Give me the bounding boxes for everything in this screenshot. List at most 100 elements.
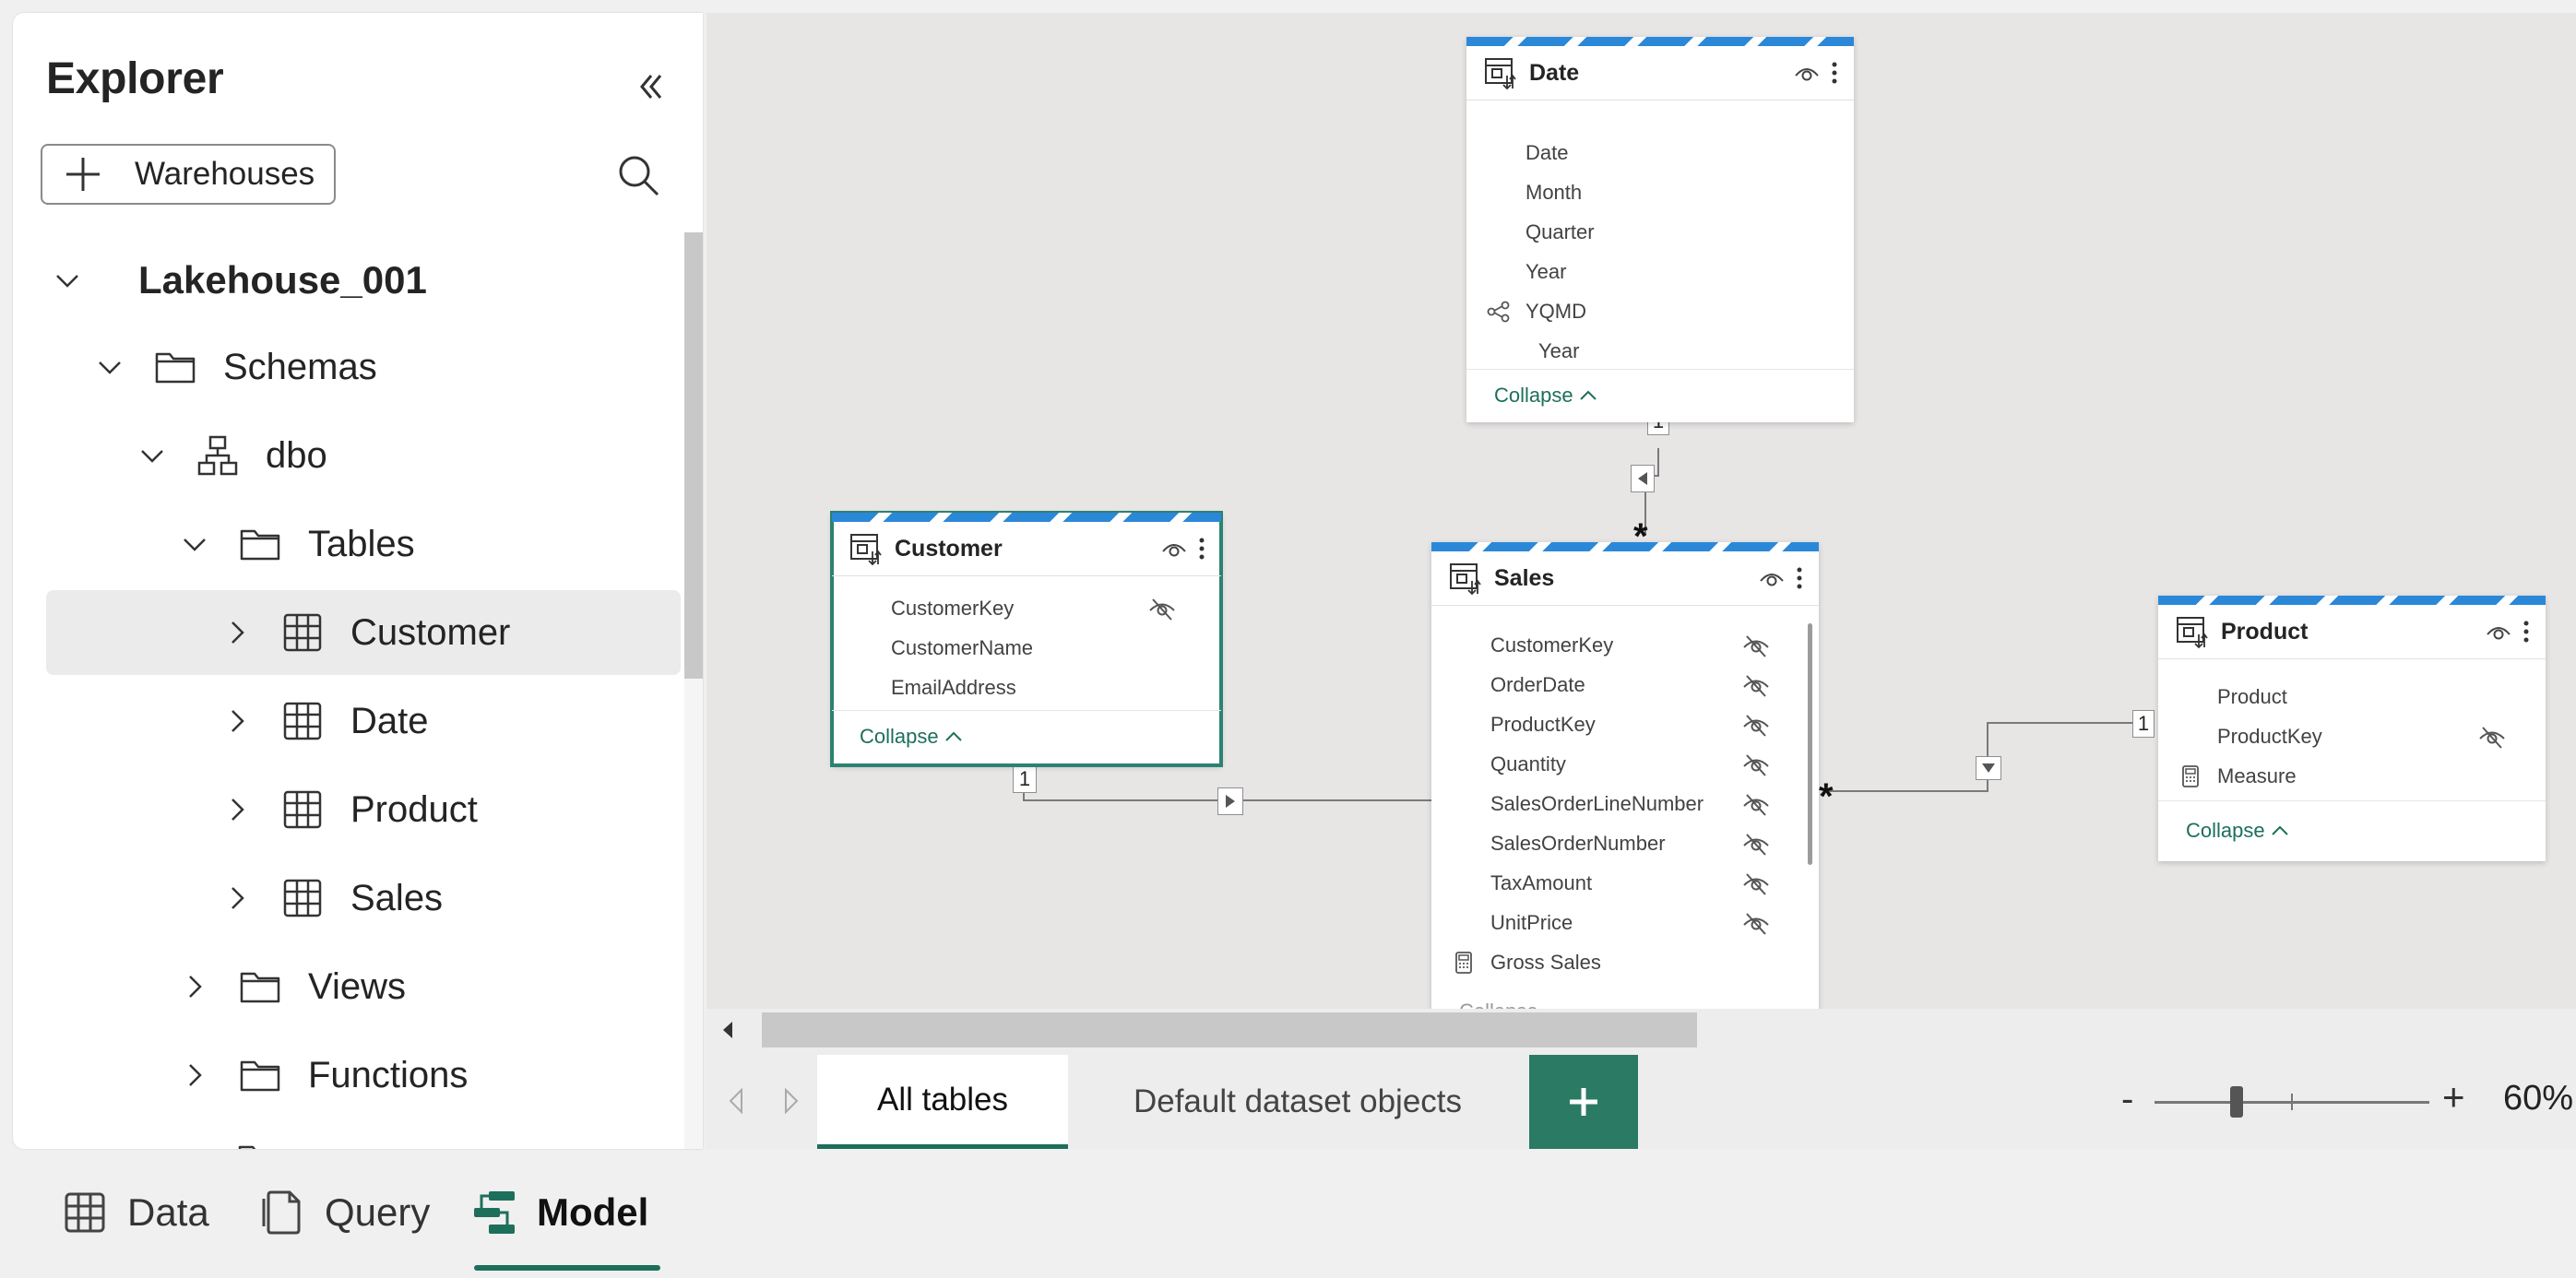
eye-icon[interactable] [1793,59,1821,87]
chevron-down-icon[interactable] [181,530,208,558]
model-canvas[interactable]: 1 * 1 * 1 * Date Date Month Quarter Year… [706,13,2576,1009]
chevron-right-icon[interactable] [223,884,251,912]
table-header[interactable]: Date [1466,46,1854,101]
collapse-panel-icon[interactable] [631,66,671,107]
chevron-right-icon[interactable] [181,973,208,1000]
eye-icon[interactable] [1160,535,1188,562]
view-query-button[interactable]: Query [260,1171,430,1254]
table-card-sales[interactable]: Sales CustomerKey OrderDate ProductKey Q… [1431,542,1819,1009]
table-field[interactable]: CustomerKey [1431,625,1819,665]
chevron-right-icon[interactable] [223,707,251,735]
more-options-icon[interactable] [1195,535,1208,562]
plus-icon [66,158,100,191]
hierarchy-level[interactable]: Year [1466,331,1854,371]
table-field[interactable]: Quantity [1431,744,1819,784]
view-model-button[interactable]: Model [472,1171,648,1254]
zoom-value: 60% [2503,1079,2574,1118]
eye-hidden-icon[interactable] [1147,596,1177,621]
tree-item-lakehouse[interactable]: Lakehouse_001 [53,238,681,323]
tree-item-customer[interactable]: Customer [46,590,681,675]
eye-hidden-icon[interactable] [1741,672,1771,698]
cross-filter-arrow[interactable] [1631,465,1655,492]
chevron-down-icon[interactable] [53,266,81,294]
table-field[interactable]: Quarter [1466,212,1854,252]
table-field[interactable]: OrderDate [1431,665,1819,704]
table-field[interactable]: Product [2158,677,2546,716]
view-label: Data [127,1190,209,1234]
table-field[interactable]: TaxAmount [1431,863,1819,903]
view-data-button[interactable]: Data [63,1171,209,1254]
tree-item-views[interactable]: Views [181,944,681,1029]
chevron-down-icon[interactable] [138,442,166,469]
tab-next-icon[interactable] [780,1084,802,1118]
search-icon[interactable] [614,151,662,199]
more-options-icon[interactable] [2520,618,2533,645]
tab-prev-icon[interactable] [725,1084,747,1118]
folder-icon [155,352,196,384]
explorer-title: Explorer [46,54,224,103]
field-label: Month [1525,180,1583,204]
tree-label: Sales [350,877,444,918]
eye-hidden-icon[interactable] [1741,910,1771,936]
chevron-right-icon[interactable] [181,1061,208,1089]
tab-default-dataset-objects[interactable]: Default dataset objects [1072,1055,1524,1149]
chevron-right-icon[interactable] [223,796,251,823]
table-card-date[interactable]: Date Date Month Quarter Year YQMD Year C… [1466,37,1854,422]
eye-icon[interactable] [1758,564,1786,592]
tree-item-schemas[interactable]: Schemas [96,325,681,409]
table-header[interactable]: Sales [1431,551,1819,606]
collapse-label: Collapse [2186,819,2265,842]
zoom-slider-thumb[interactable] [2230,1086,2244,1118]
add-warehouses-button[interactable]: Warehouses [41,144,336,205]
tree-item-sales[interactable]: Sales [223,856,681,941]
chevron-right-icon[interactable] [223,619,251,646]
table-field[interactable]: Date [1466,133,1854,172]
tree-item-tables[interactable]: Tables [181,502,681,586]
table-card-product[interactable]: Product Product ProductKey Measure Colla… [2158,596,2546,861]
table-field[interactable]: ProductKey [1431,704,1819,744]
table-header[interactable]: Product [2158,605,2546,659]
more-options-icon[interactable] [1793,564,1806,592]
measure-field[interactable]: Gross Sales [1431,942,1819,982]
zoom-in-button[interactable]: + [2442,1075,2465,1119]
zoom-out-button[interactable]: - [2121,1079,2133,1120]
tree-item-product[interactable]: Product [223,767,681,852]
collapse-link[interactable]: Collapse [1494,384,1597,408]
eye-hidden-icon[interactable] [1741,791,1771,817]
table-field[interactable]: CustomerName [832,628,1221,668]
hierarchy-field[interactable]: YQMD [1466,291,1854,331]
tab-all-tables[interactable]: All tables [817,1055,1068,1149]
eye-hidden-icon[interactable] [2477,724,2507,750]
table-field[interactable]: CustomerKey [832,588,1221,628]
tree-item-dbo[interactable]: dbo [138,413,681,498]
measure-field[interactable]: Measure [2158,756,2546,796]
explorer-scrollbar[interactable] [684,232,703,679]
table-field[interactable]: SalesOrderLineNumber [1431,784,1819,823]
chevron-down-icon[interactable] [96,353,124,381]
table-header[interactable]: Customer [832,522,1221,576]
collapse-link[interactable]: Collapse [2186,819,2289,843]
table-field[interactable]: ProductKey [2158,716,2546,756]
table-field[interactable]: Month [1466,172,1854,212]
eye-hidden-icon[interactable] [1741,751,1771,777]
collapse-link[interactable]: Collapse [1459,1000,1538,1009]
eye-icon[interactable] [2485,618,2512,645]
canvas-hscrollbar[interactable] [762,1012,1697,1047]
cross-filter-arrow[interactable] [1976,756,2001,780]
eye-hidden-icon[interactable] [1741,870,1771,896]
more-options-icon[interactable] [1828,59,1841,87]
scroll-left-icon[interactable] [710,1012,745,1047]
eye-hidden-icon[interactable] [1741,633,1771,658]
table-field[interactable]: UnitPrice [1431,903,1819,942]
table-field[interactable]: Year [1466,252,1854,291]
add-layout-button[interactable] [1529,1055,1638,1149]
cross-filter-arrow[interactable] [1217,787,1243,815]
table-field[interactable]: SalesOrderNumber [1431,823,1819,863]
tree-item-date[interactable]: Date [223,679,681,763]
eye-hidden-icon[interactable] [1741,712,1771,738]
collapse-link[interactable]: Collapse [860,725,963,749]
table-field[interactable]: EmailAddress [832,668,1221,707]
tree-item-functions[interactable]: Functions [181,1033,681,1118]
eye-hidden-icon[interactable] [1741,831,1771,857]
table-card-customer[interactable]: Customer CustomerKey CustomerName EmailA… [830,511,1223,767]
